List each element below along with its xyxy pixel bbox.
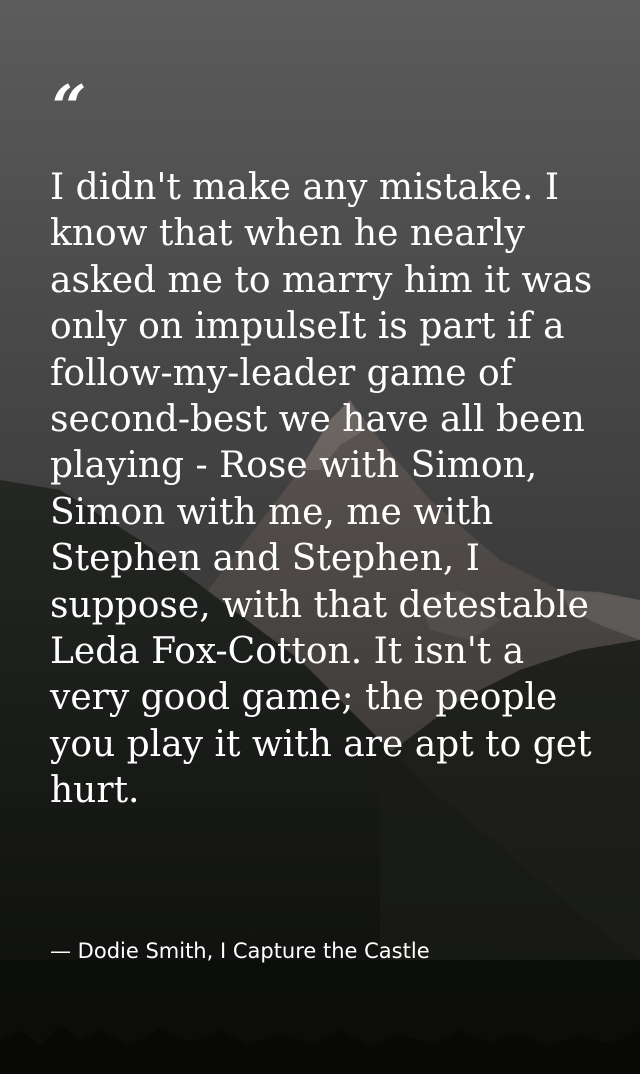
quote-text: I didn't make any mistake. I know that w… (50, 167, 593, 812)
quote-attribution: — Dodie Smith, I Capture the Castle (50, 939, 430, 963)
quote-mark-icon: “ (52, 73, 86, 143)
